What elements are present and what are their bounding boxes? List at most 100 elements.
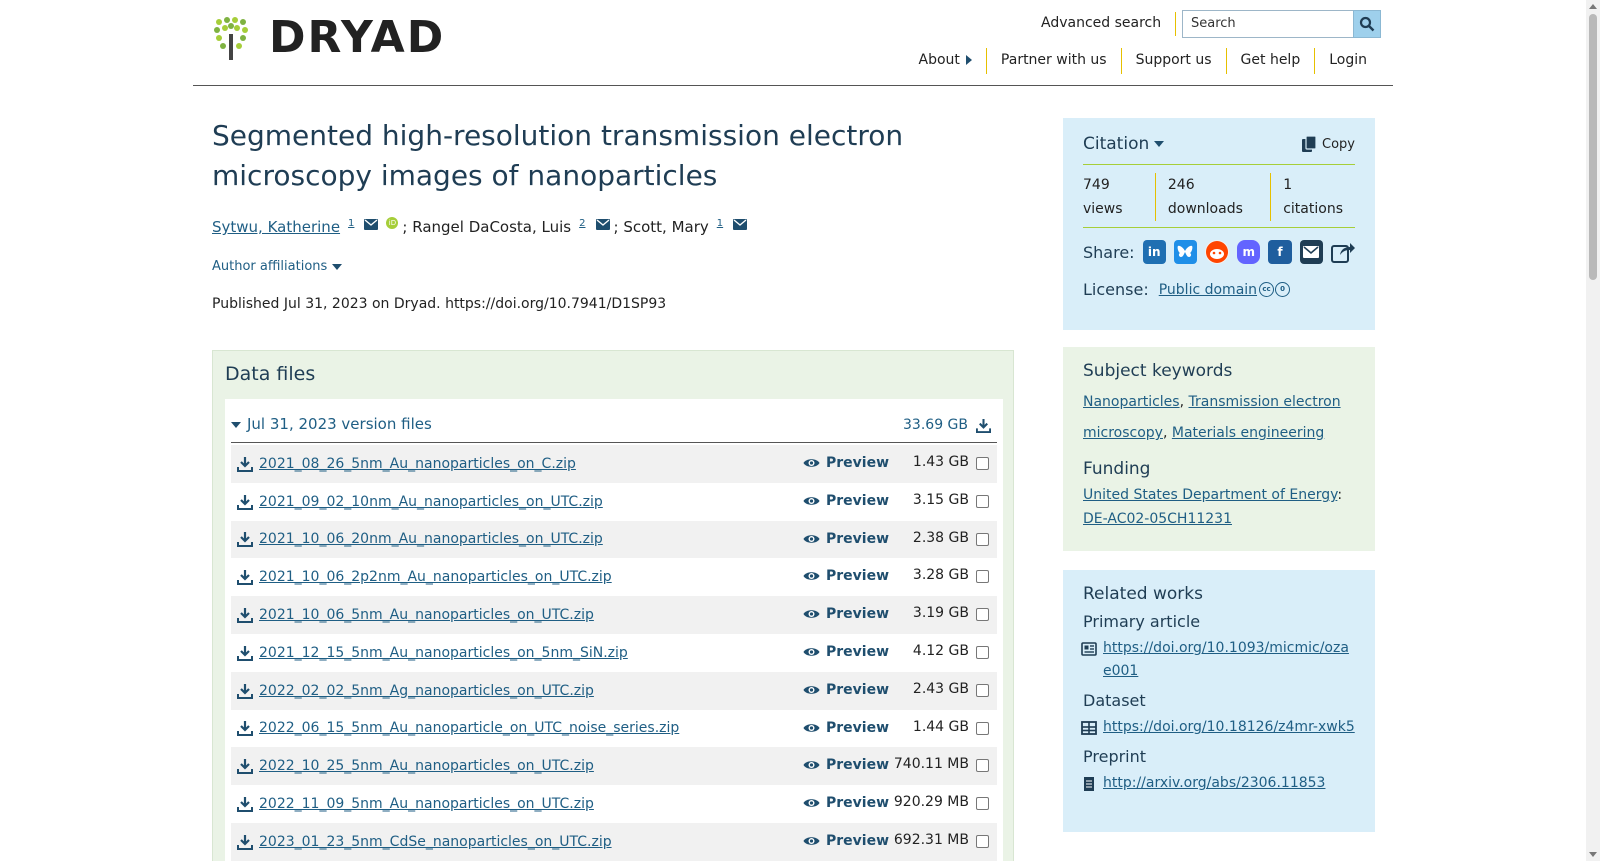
eye-icon bbox=[803, 686, 820, 694]
tree-logo-icon bbox=[214, 17, 248, 60]
citation-toggle[interactable]: Citation bbox=[1083, 134, 1165, 154]
advanced-search-link[interactable]: Advanced search bbox=[1041, 12, 1177, 36]
email-author-icon[interactable] bbox=[364, 218, 379, 230]
download-icon[interactable] bbox=[237, 494, 253, 510]
file-select-checkbox[interactable] bbox=[976, 457, 989, 470]
file-name-link[interactable]: 2021_12_15_5nm_Au_nanoparticles_on_5nm_S… bbox=[259, 645, 628, 661]
bluesky-icon[interactable] bbox=[1173, 240, 1198, 264]
related-link[interactable]: http://arxiv.org/abs/2306.11853 bbox=[1103, 772, 1325, 795]
file-name-link[interactable]: 2022_11_09_5nm_Au_nanoparticles_on_UTC.z… bbox=[259, 796, 594, 812]
download-all-button[interactable]: 33.69 GB bbox=[903, 417, 991, 433]
file-select-checkbox[interactable] bbox=[976, 683, 989, 697]
preview-button[interactable]: Preview bbox=[803, 833, 889, 849]
file-name-link[interactable]: 2022_06_15_5nm_Au_nanoparticle_on_UTC_no… bbox=[259, 720, 679, 736]
affiliation-number[interactable]: 1 bbox=[348, 218, 354, 229]
download-icon[interactable] bbox=[237, 796, 253, 813]
download-icon[interactable] bbox=[237, 531, 253, 548]
file-name-link[interactable]: 2021_10_06_20nm_Au_nanoparticles_on_UTC.… bbox=[259, 531, 603, 547]
file-name-link[interactable]: 2023_01_23_5nm_CdSe_nanoparticles_on_UTC… bbox=[259, 834, 612, 850]
file-name-link[interactable]: 2021_08_26_5nm_Au_nanoparticles_on_C.zip bbox=[259, 456, 576, 472]
author-name: ; Scott, Mary bbox=[613, 218, 709, 236]
preview-button[interactable]: Preview bbox=[803, 720, 889, 736]
stat-value: 246 bbox=[1167, 177, 1195, 193]
file-row: 2022_10_25_5nm_Au_nanoparticles_on_UTC.z… bbox=[231, 747, 997, 786]
keyword-link[interactable]: Nanoparticles bbox=[1083, 394, 1180, 410]
facebook-icon[interactable]: f bbox=[1268, 240, 1292, 264]
related-item: http://arxiv.org/abs/2306.11853 bbox=[1083, 772, 1355, 795]
search-button[interactable] bbox=[1353, 10, 1381, 38]
file-row: 2021_08_26_5nm_Au_nanoparticles_on_C.zip… bbox=[231, 445, 997, 483]
download-icon[interactable] bbox=[237, 645, 253, 661]
file-select-checkbox[interactable] bbox=[976, 494, 989, 508]
related-link[interactable]: https://doi.org/10.1093/micmic/ozae001 bbox=[1103, 637, 1355, 683]
affiliation-number[interactable]: 1 bbox=[717, 218, 723, 229]
affiliation-number[interactable]: 2 bbox=[579, 218, 585, 229]
nav-about[interactable]: About bbox=[905, 48, 986, 74]
scroll-down-arrow-icon[interactable] bbox=[1589, 852, 1597, 857]
file-select-checkbox[interactable] bbox=[976, 645, 989, 659]
download-icon[interactable] bbox=[237, 758, 253, 775]
copy-citation-button[interactable]: Copy bbox=[1302, 135, 1355, 153]
reddit-icon[interactable] bbox=[1205, 240, 1230, 264]
preview-button[interactable]: Preview bbox=[803, 757, 889, 773]
file-select-checkbox[interactable] bbox=[976, 570, 989, 584]
file-select-checkbox[interactable] bbox=[976, 834, 989, 848]
funder-link[interactable]: United States Department of Energy bbox=[1083, 487, 1337, 503]
download-icon[interactable] bbox=[237, 456, 253, 472]
license-link[interactable]: Public domain bbox=[1159, 282, 1257, 298]
eye-icon bbox=[803, 648, 820, 656]
email-author-icon[interactable] bbox=[595, 218, 610, 230]
linkedin-icon[interactable]: in bbox=[1142, 240, 1166, 264]
file-name-link[interactable]: 2022_10_25_5nm_Au_nanoparticles_on_UTC.z… bbox=[259, 758, 594, 774]
file-size: 920.29 MB bbox=[893, 794, 969, 811]
download-icon[interactable] bbox=[237, 683, 253, 699]
file-name-link[interactable]: 2021_10_06_5nm_Au_nanoparticles_on_UTC.z… bbox=[259, 607, 594, 623]
related-group-label: Primary article bbox=[1083, 612, 1201, 631]
mastodon-icon[interactable]: m bbox=[1237, 240, 1261, 264]
file-select-checkbox[interactable] bbox=[976, 759, 989, 773]
page-scrollbar[interactable] bbox=[1586, 0, 1600, 861]
nav-help[interactable]: Get help bbox=[1225, 48, 1315, 74]
nav-login[interactable]: Login bbox=[1314, 48, 1381, 74]
version-files-toggle[interactable]: Jul 31, 2023 version files 33.69 GB bbox=[231, 415, 997, 443]
file-name-link[interactable]: 2021_09_02_10nm_Au_nanoparticles_on_UTC.… bbox=[259, 494, 603, 510]
preview-button[interactable]: Preview bbox=[803, 682, 889, 698]
file-name-link[interactable]: 2021_10_06_2p2nm_Au_nanoparticles_on_UTC… bbox=[259, 569, 612, 585]
author-link[interactable]: Sytwu, Katherine bbox=[212, 218, 340, 236]
views-stat: 749 views bbox=[1083, 173, 1155, 221]
nav-about-label: About bbox=[918, 52, 960, 68]
preview-button[interactable]: Preview bbox=[803, 493, 889, 509]
scrollbar-thumb[interactable] bbox=[1589, 14, 1597, 280]
download-icon[interactable] bbox=[237, 607, 253, 624]
file-select-checkbox[interactable] bbox=[976, 608, 989, 622]
preview-button[interactable]: Preview bbox=[803, 568, 889, 584]
search-input[interactable]: Search bbox=[1182, 10, 1354, 38]
preview-button[interactable]: Preview bbox=[803, 795, 889, 811]
orcid-icon[interactable]: iD bbox=[386, 217, 399, 229]
award-link[interactable]: DE-AC02-05CH11231 bbox=[1083, 511, 1232, 527]
file-select-checkbox[interactable] bbox=[976, 797, 989, 811]
preview-button[interactable]: Preview bbox=[803, 531, 889, 547]
preview-button[interactable]: Preview bbox=[803, 606, 889, 622]
download-icon[interactable] bbox=[237, 834, 253, 850]
download-icon[interactable] bbox=[237, 720, 253, 737]
preview-button[interactable]: Preview bbox=[803, 455, 889, 471]
author-affiliations-toggle[interactable]: Author affiliations bbox=[212, 259, 343, 274]
email-author-icon[interactable] bbox=[733, 218, 748, 230]
related-link[interactable]: https://doi.org/10.18126/z4mr-xwk5 bbox=[1103, 716, 1355, 739]
download-icon[interactable] bbox=[237, 569, 253, 586]
file-select-checkbox[interactable] bbox=[976, 532, 989, 546]
file-name-link[interactable]: 2022_02_02_5nm_Ag_nanoparticles_on_UTC.z… bbox=[259, 683, 594, 699]
file-select-checkbox[interactable] bbox=[976, 721, 989, 735]
email-share-icon[interactable] bbox=[1299, 240, 1323, 264]
scroll-up-arrow-icon[interactable] bbox=[1589, 4, 1597, 9]
keyword-link[interactable]: Materials engineering bbox=[1172, 425, 1324, 441]
file-row: 2023_01_23_5nm_CdSe_nanoparticles_on_UTC… bbox=[231, 822, 997, 861]
dryad-logo[interactable]: DRYAD bbox=[213, 16, 445, 60]
preview-button[interactable]: Preview bbox=[803, 644, 889, 660]
nav-support[interactable]: Support us bbox=[1120, 48, 1226, 74]
share-icon[interactable] bbox=[1330, 240, 1355, 264]
nav-partner[interactable]: Partner with us bbox=[985, 48, 1121, 74]
preview-label: Preview bbox=[826, 719, 890, 736]
affiliations-label: Author affiliations bbox=[212, 259, 328, 274]
